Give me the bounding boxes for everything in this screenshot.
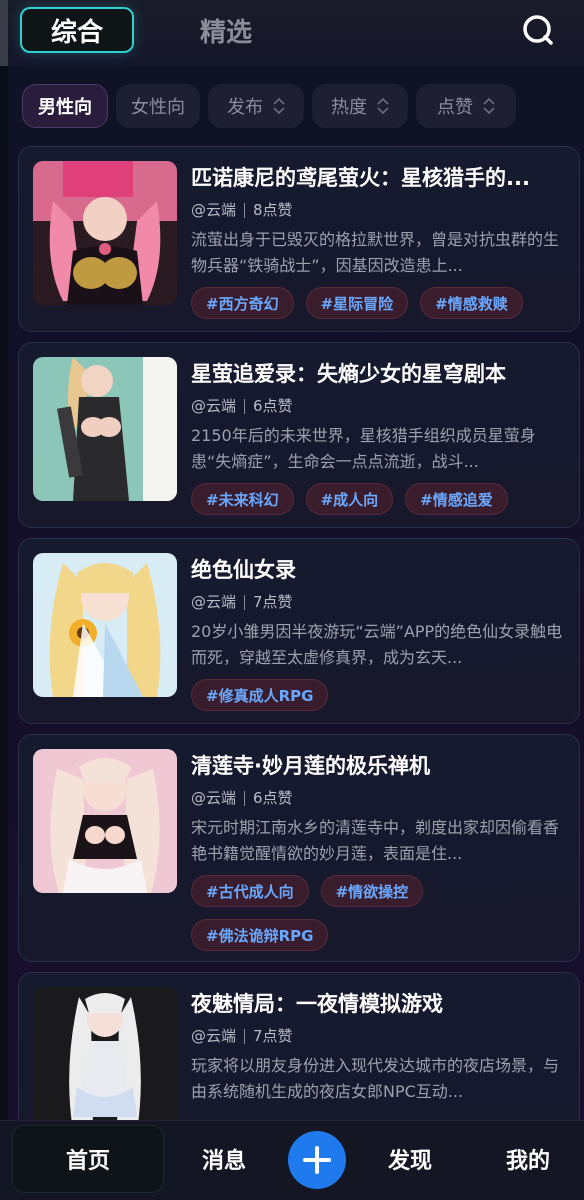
card-title: 星萤追爱录：失熵少女的星穹剧本: [191, 362, 506, 386]
meta-divider: [244, 1028, 246, 1044]
card-description: 玩家将以朋友身份进入现代发达城市的夜店场景，与由系统随机生成的夜店女郎NPC互动…: [191, 1056, 560, 1101]
tag-chip[interactable]: #情感救赎: [420, 287, 523, 319]
card-info: 绝色仙女录 @云端 7点赞 20岁小雏男因半夜游玩“云端”APP的绝色仙女录触电…: [191, 555, 567, 711]
tab-comprehensive[interactable]: 综合: [20, 7, 134, 53]
card-meta: @云端 8点赞: [191, 199, 567, 221]
card-thumbnail: [33, 749, 177, 893]
filter-heat[interactable]: 热度: [312, 84, 408, 128]
filter-label: 女性向: [131, 97, 185, 118]
tab-featured[interactable]: 精选: [178, 7, 274, 53]
card-info: 匹诺康尼的鸢尾萤火：星核猎手的... @云端 8点赞 流萤出身于已毁灭的格拉默世…: [191, 163, 567, 319]
filter-label: 男性向: [38, 97, 92, 118]
nav-messages[interactable]: 消息: [174, 1125, 274, 1193]
nav-discover[interactable]: 发现: [360, 1125, 460, 1193]
filter-label: 热度: [331, 97, 367, 118]
card-tags: #西方奇幻 #星际冒险 #情感救赎: [191, 287, 567, 319]
tag-chip[interactable]: #成人向: [305, 483, 394, 515]
card-author[interactable]: @云端: [191, 591, 236, 613]
card-meta: @云端 7点赞: [191, 591, 567, 613]
filter-label: 点赞: [437, 97, 473, 118]
story-card[interactable]: 绝色仙女录 @云端 7点赞 20岁小雏男因半夜游玩“云端”APP的绝色仙女录触电…: [18, 538, 580, 724]
card-tags: #未来科幻 #成人向 #情感追爱: [191, 483, 567, 515]
filter-male[interactable]: 男性向: [22, 84, 108, 128]
tag-chip[interactable]: #古代成人向: [191, 875, 309, 907]
card-title: 清莲寺·妙月莲的极乐禅机: [191, 754, 430, 778]
card-info: 夜魅情局：一夜情模拟游戏 @云端 7点赞 玩家将以朋友身份进入现代发达城市的夜店…: [191, 989, 567, 1105]
card-likes: 8点赞: [253, 201, 293, 219]
filter-label: 发布: [227, 97, 263, 118]
card-description: 流萤出身于已毁灭的格拉默世界，曾是对抗虫群的生物兵器“铁骑战士”，因基因改造患上…: [191, 230, 560, 275]
card-tags: #修真成人RPG: [191, 679, 567, 711]
sort-arrows-icon: [483, 98, 495, 114]
meta-divider: [244, 594, 246, 610]
card-thumbnail: [33, 161, 177, 305]
sort-arrows-icon: [377, 98, 389, 114]
card-thumbnail: [33, 987, 177, 1131]
card-description: 20岁小雏男因半夜游玩“云端”APP的绝色仙女录触电而死，穿越至太虚修真界，成为…: [191, 622, 563, 667]
meta-divider: [244, 398, 246, 414]
card-info: 星萤追爱录：失熵少女的星穹剧本 @云端 6点赞 2150年后的未来世界，星核猎手…: [191, 359, 567, 515]
filter-likes[interactable]: 点赞: [416, 84, 516, 128]
tag-chip[interactable]: #西方奇幻: [191, 287, 294, 319]
card-author[interactable]: @云端: [191, 1025, 236, 1047]
card-likes: 7点赞: [253, 1027, 293, 1045]
card-author[interactable]: @云端: [191, 199, 236, 221]
story-card[interactable]: 清莲寺·妙月莲的极乐禅机 @云端 6点赞 宋元时期江南水乡的清莲寺中，剃度出家却…: [18, 734, 580, 962]
sort-arrows-icon: [273, 98, 285, 114]
card-description: 宋元时期江南水乡的清莲寺中，剃度出家却因偷看香艳书籍觉醒情欲的妙月莲，表面是住.…: [191, 818, 560, 863]
card-info: 清莲寺·妙月莲的极乐禅机 @云端 6点赞 宋元时期江南水乡的清莲寺中，剃度出家却…: [191, 751, 567, 951]
card-likes: 7点赞: [253, 593, 293, 611]
card-thumbnail: [33, 357, 177, 501]
filter-publish[interactable]: 发布: [208, 84, 304, 128]
card-tags: #古代成人向 #情欲操控 #佛法诡辩RPG: [191, 875, 567, 951]
tag-chip[interactable]: #佛法诡辩RPG: [191, 919, 329, 951]
card-author[interactable]: @云端: [191, 787, 236, 809]
search-icon[interactable]: [520, 12, 556, 48]
card-likes: 6点赞: [253, 397, 293, 415]
card-title: 匹诺康尼的鸢尾萤火：星核猎手的...: [191, 166, 530, 190]
story-card[interactable]: 星萤追爱录：失熵少女的星穹剧本 @云端 6点赞 2150年后的未来世界，星核猎手…: [18, 342, 580, 528]
card-meta: @云端 6点赞: [191, 395, 567, 417]
bottom-nav: 首页 消息 发现 我的: [0, 1120, 584, 1200]
tag-chip[interactable]: #情感追爱: [405, 483, 508, 515]
content-area: 男性向 女性向 发布 热度 点赞 匹诺康尼的鸢尾萤火：星核猎手的... @云端 …: [8, 66, 584, 1200]
card-description: 2150年后的未来世界，星核猎手组织成员星萤身患“失熵症”，生命会一点点流逝，战…: [191, 426, 536, 471]
card-likes: 6点赞: [253, 789, 293, 807]
filter-female[interactable]: 女性向: [116, 84, 200, 128]
nav-home[interactable]: 首页: [12, 1125, 164, 1193]
story-card[interactable]: 匹诺康尼的鸢尾萤火：星核猎手的... @云端 8点赞 流萤出身于已毁灭的格拉默世…: [18, 146, 580, 332]
filter-bar: 男性向 女性向 发布 热度 点赞: [22, 84, 516, 128]
card-thumbnail: [33, 553, 177, 697]
card-author[interactable]: @云端: [191, 395, 236, 417]
tag-chip[interactable]: #未来科幻: [191, 483, 294, 515]
meta-divider: [244, 790, 246, 806]
top-tab-bar: 综合 精选: [0, 0, 584, 66]
tag-chip[interactable]: #星际冒险: [305, 287, 409, 319]
card-title: 夜魅情局：一夜情模拟游戏: [191, 992, 443, 1016]
plus-icon[interactable]: [288, 1131, 346, 1189]
card-title: 绝色仙女录: [191, 558, 296, 582]
tag-chip[interactable]: #修真成人RPG: [191, 679, 329, 711]
card-meta: @云端 6点赞: [191, 787, 567, 809]
card-meta: @云端 7点赞: [191, 1025, 567, 1047]
tag-chip[interactable]: #情欲操控: [320, 875, 424, 907]
nav-mine[interactable]: 我的: [478, 1125, 578, 1193]
meta-divider: [244, 202, 246, 218]
